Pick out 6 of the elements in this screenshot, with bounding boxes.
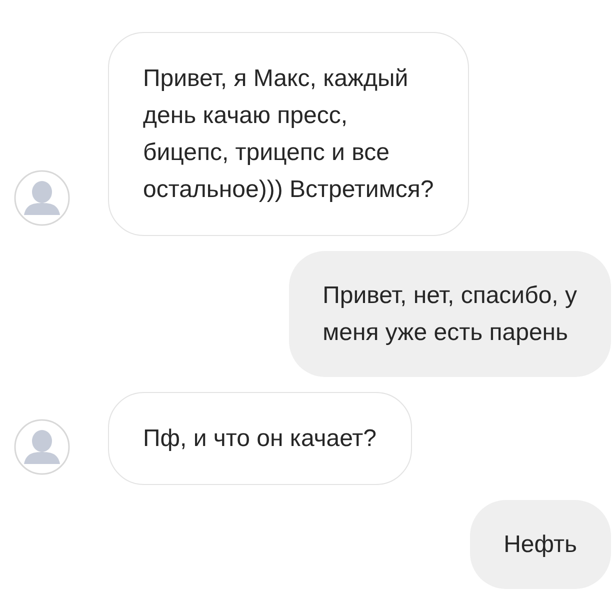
avatar-icon	[14, 170, 70, 226]
outgoing-message: Привет, нет, спасибо, у меня уже есть парень	[288, 251, 611, 377]
incoming-message: Привет, я Макс, каждый день качаю пресс, бицепс, трицепс и все остальное))) Встретимся?	[108, 32, 469, 236]
incoming-message: Пф, и что он качает?	[108, 392, 412, 485]
avatar-icon	[14, 419, 70, 475]
outgoing-message: Нефть	[470, 500, 611, 589]
